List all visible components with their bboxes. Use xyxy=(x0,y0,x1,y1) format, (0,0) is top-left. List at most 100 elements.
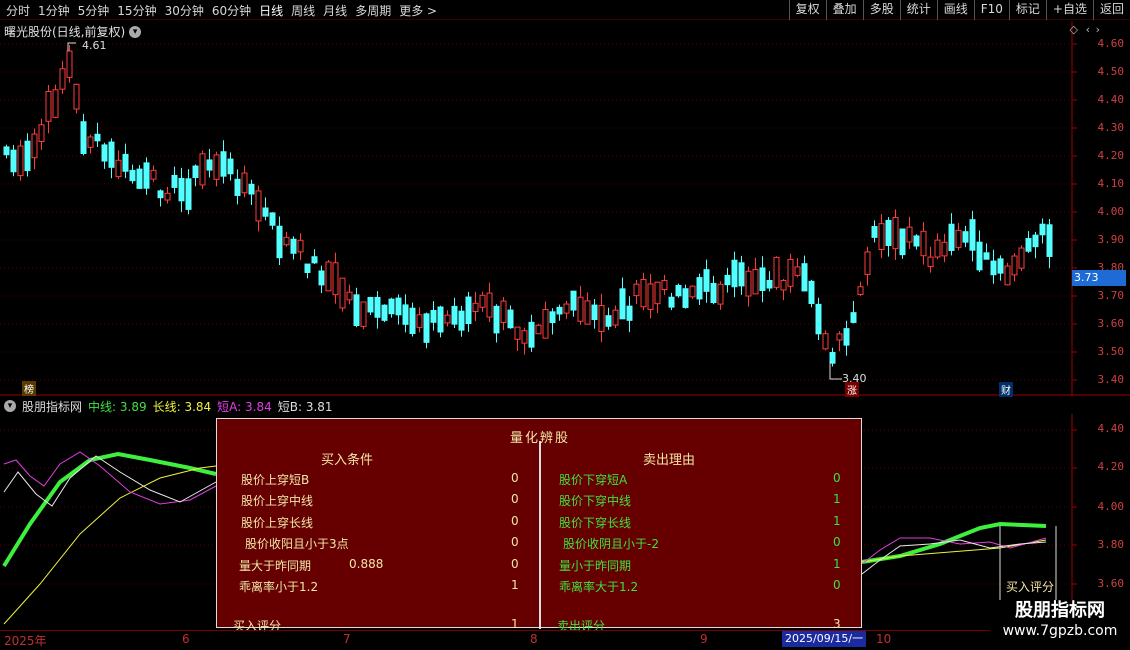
candle-body xyxy=(766,280,773,289)
candle-body xyxy=(710,282,717,304)
tab-period[interactable]: 月线 xyxy=(319,2,351,19)
candle-body xyxy=(17,145,24,177)
candle-body xyxy=(668,296,675,308)
candle-body xyxy=(724,274,731,286)
sell-reason-label: 股价下穿短A xyxy=(559,473,628,487)
restore-rights-button[interactable]: 复权 xyxy=(788,0,826,20)
candle-body xyxy=(451,305,458,325)
diamond-icon[interactable]: ◇ xyxy=(1070,23,1078,36)
ranking-tag[interactable]: 榜 xyxy=(22,381,36,396)
price-axis-label: 4.40 xyxy=(1097,93,1125,106)
candle-body xyxy=(472,302,479,312)
tab-period[interactable]: 30分钟 xyxy=(161,2,208,19)
chevron-right-icon[interactable]: › xyxy=(1096,23,1100,36)
draw-line-button[interactable]: 画线 xyxy=(936,0,974,20)
volume-ratio-value: 0.888 xyxy=(349,557,384,571)
candle-body xyxy=(185,178,192,210)
buy-conditions-header: 买入条件 xyxy=(321,453,374,468)
indicator-name[interactable]: 股朋指标网 xyxy=(22,398,82,415)
date-label: 7 xyxy=(343,632,351,646)
candle-body xyxy=(661,280,668,291)
buy-condition-value: 0 xyxy=(511,557,519,571)
buy-condition-label: 量大于昨同期 xyxy=(239,559,312,573)
candle-body xyxy=(374,296,381,318)
short-b-line xyxy=(3,455,217,507)
buy-condition-value: 0 xyxy=(511,535,519,549)
candle-body xyxy=(941,241,948,257)
mark-button[interactable]: 标记 xyxy=(1008,0,1046,20)
candle-body xyxy=(969,219,976,251)
candle-body xyxy=(248,183,255,195)
candle-body xyxy=(94,133,101,142)
candlestick-chart[interactable]: 曙光股份(日线,前复权) ▾ ◇ ‹ › 4.60 4.50 4.40 4.30… xyxy=(0,21,1130,397)
chevron-down-icon[interactable]: ▾ xyxy=(4,400,16,412)
short-a-line xyxy=(3,451,217,505)
candle-body xyxy=(493,305,500,334)
candle-body xyxy=(773,256,780,288)
candle-body xyxy=(178,177,185,202)
tab-period[interactable]: 1分钟 xyxy=(34,2,74,19)
sell-reason-label: 股价下穿中线 xyxy=(559,494,632,508)
low-pointer xyxy=(829,361,842,380)
watermark: 股朋指标网 www.7gpzb.com xyxy=(990,600,1130,644)
price-axis-label: 3.90 xyxy=(1097,233,1125,246)
candle-body xyxy=(878,223,885,251)
tab-period[interactable]: 周线 xyxy=(287,2,319,19)
buy-condition-label: 股价上穿长线 xyxy=(241,516,314,530)
candle-body xyxy=(570,290,577,311)
indicator-header: ▾ 股朋指标网 中线: 3.89 长线: 3.84 短A: 3.84 短B: 3… xyxy=(0,398,1070,414)
f10-button[interactable]: F10 xyxy=(973,0,1009,20)
sell-reason-label: 乖离率大于1.2 xyxy=(559,580,639,594)
limit-up-tag[interactable]: 涨 xyxy=(845,382,859,397)
candle-body xyxy=(1025,238,1032,252)
statistics-button[interactable]: 统计 xyxy=(899,0,937,20)
candle-body xyxy=(38,124,45,143)
financial-tag[interactable]: 财 xyxy=(999,382,1013,397)
candle-body xyxy=(143,162,150,189)
overlay-button[interactable]: 叠加 xyxy=(825,0,863,20)
candle-body xyxy=(913,235,920,247)
tab-period[interactable]: 5分钟 xyxy=(74,2,114,19)
sell-reason-label: 股价下穿长线 xyxy=(559,516,632,530)
short-a-value: 短A: 3.84 xyxy=(217,399,272,414)
tab-period[interactable]: 多周期 xyxy=(351,2,395,19)
candle-body xyxy=(136,168,143,189)
candle-body xyxy=(556,306,563,315)
tab-period-daily[interactable]: 日线 xyxy=(255,2,287,19)
candle-body xyxy=(955,229,962,248)
candle-body xyxy=(297,239,304,253)
sell-reasons-header: 卖出理由 xyxy=(643,453,696,468)
candle-body xyxy=(934,239,941,258)
date-label: 8 xyxy=(530,632,538,646)
sell-reason-value: 1 xyxy=(833,514,841,528)
chevron-down-icon[interactable]: ▾ xyxy=(129,25,142,38)
tab-more[interactable]: 更多 > xyxy=(395,2,441,19)
watermark-url: www.7gpzb.com xyxy=(1002,623,1118,639)
chevron-left-icon[interactable]: ‹ xyxy=(1086,23,1090,36)
buy-condition-value: 1 xyxy=(511,578,519,592)
back-button[interactable]: 返回 xyxy=(1092,0,1130,20)
candle-body xyxy=(920,230,927,257)
price-axis-label: 3.70 xyxy=(1097,289,1125,302)
tab-period[interactable]: 60分钟 xyxy=(208,2,255,19)
short-a-line xyxy=(861,537,1047,565)
candle-body xyxy=(409,307,416,334)
candle-body xyxy=(115,159,122,178)
watermark-title: 股朋指标网 xyxy=(1015,600,1105,621)
multi-stock-button[interactable]: 多股 xyxy=(862,0,900,20)
candle-body xyxy=(479,294,486,308)
candle-body xyxy=(794,266,801,276)
candle-body xyxy=(395,297,402,316)
add-watchlist-button[interactable]: +自选 xyxy=(1045,0,1093,20)
candle-body xyxy=(962,231,969,243)
tab-period[interactable]: 15分钟 xyxy=(113,2,160,19)
short-b-value: 短B: 3.81 xyxy=(277,399,333,414)
tab-period[interactable]: 分时 xyxy=(2,2,34,19)
buy-condition-label: 股价上穿中线 xyxy=(241,494,314,508)
candle-body xyxy=(108,141,115,168)
price-axis-label: 4.60 xyxy=(1097,37,1125,50)
candle-body xyxy=(346,291,353,301)
candle-body xyxy=(899,228,906,256)
price-axis-label: 4.00 xyxy=(1097,205,1125,218)
candle-body xyxy=(528,321,535,348)
